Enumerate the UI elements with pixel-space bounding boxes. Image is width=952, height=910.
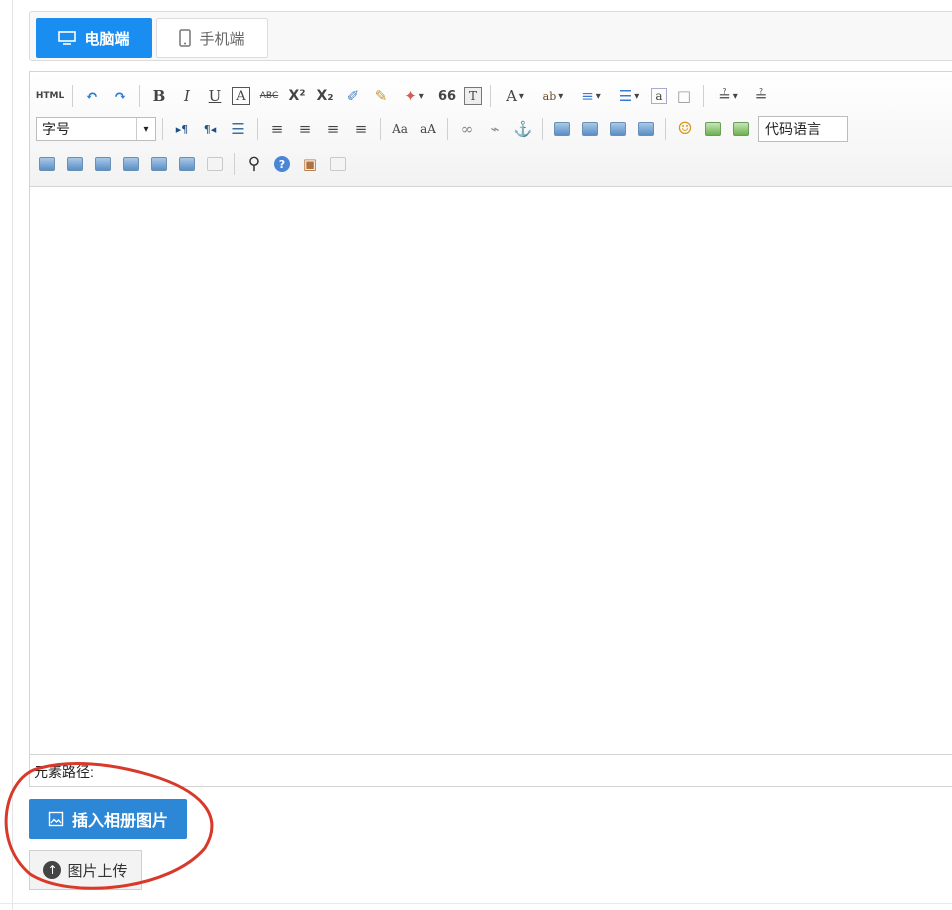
toolbar-separator: [72, 85, 73, 107]
toolbar-separator: [703, 85, 704, 107]
uppercase-button[interactable]: Aa: [389, 118, 411, 140]
search-replace-icon[interactable]: ⚲: [243, 153, 265, 175]
image-left-icon[interactable]: [579, 118, 601, 140]
tab-mobile[interactable]: 手机端: [156, 18, 268, 58]
font-border-button[interactable]: A: [232, 87, 250, 105]
superscript-button[interactable]: X²: [286, 85, 308, 107]
align-left-button[interactable]: ≡: [266, 118, 288, 140]
chevron-down-icon: ▾: [136, 118, 155, 140]
toolbar-separator: [665, 118, 666, 140]
upload-image-button[interactable]: ↑ 图片上传: [29, 850, 142, 890]
merge-right-icon[interactable]: [148, 153, 170, 175]
toolbar-separator: [139, 85, 140, 107]
code-language-select[interactable]: 代码语言: [758, 116, 848, 142]
code-language-label: 代码语言: [765, 121, 821, 137]
paste-icon[interactable]: ▣: [299, 153, 321, 175]
italic-button[interactable]: I: [176, 85, 198, 107]
font-size-select[interactable]: 字号 ▾: [36, 117, 156, 141]
insert-table-icon[interactable]: [36, 153, 58, 175]
mobile-phone-icon: [179, 29, 192, 47]
toolbar-separator: [234, 153, 235, 175]
indent-button[interactable]: ☰: [227, 118, 249, 140]
insert-album-image-button[interactable]: 插入相册图片: [29, 799, 187, 839]
bottom-divider: [0, 903, 952, 904]
insert-image-icon[interactable]: [702, 118, 724, 140]
align-justify-button[interactable]: ≡: [350, 118, 372, 140]
monitor-icon: [58, 31, 77, 45]
left-border: [12, 0, 13, 910]
blockquote-button[interactable]: 66: [436, 85, 458, 107]
unordered-list-button[interactable]: ☰: [613, 85, 645, 107]
anchor-icon[interactable]: ⚓: [512, 118, 534, 140]
row-spacing-bottom-button[interactable]: ≟: [750, 85, 772, 107]
insert-row-icon[interactable]: [64, 153, 86, 175]
toolbar-separator: [447, 118, 448, 140]
toolbar-separator: [380, 118, 381, 140]
image-right-icon[interactable]: [607, 118, 629, 140]
unlink-icon[interactable]: ⌁: [484, 118, 506, 140]
link-icon[interactable]: ∞: [456, 118, 478, 140]
undo-button[interactable]: ↶: [81, 85, 103, 107]
lowercase-button[interactable]: aA: [417, 118, 439, 140]
toolbar-row-1: HTML ↶ ↷ B I U A ABC X² X₂ ✐ ✎ ✦ 66 T A …: [36, 82, 778, 110]
image-none-icon[interactable]: [551, 118, 573, 140]
select-all-icon[interactable]: a: [651, 88, 667, 104]
rtl-button[interactable]: ¶◂: [199, 118, 221, 140]
tab-mobile-label: 手机端: [199, 30, 245, 48]
magic-wand-icon[interactable]: ✦: [398, 85, 430, 107]
insert-col-icon[interactable]: [92, 153, 114, 175]
subscript-button[interactable]: X₂: [314, 85, 336, 107]
disabled-table-icon: [204, 153, 226, 175]
rich-text-editor: HTML ↶ ↷ B I U A ABC X² X₂ ✐ ✎ ✦ 66 T A …: [29, 71, 952, 787]
help-icon[interactable]: ?: [271, 153, 293, 175]
editor-content-area[interactable]: [30, 187, 952, 755]
bold-button[interactable]: B: [148, 85, 170, 107]
tab-desktop[interactable]: 电脑端: [36, 18, 152, 58]
toolbar-separator: [162, 118, 163, 140]
element-path-label: 元素路径:: [34, 764, 94, 780]
source-html-button[interactable]: HTML: [36, 85, 64, 107]
insert-album-image-label: 插入相册图片: [71, 813, 168, 830]
eraser-icon[interactable]: ✐: [342, 85, 364, 107]
merge-down-icon[interactable]: [176, 153, 198, 175]
help-glyph: ?: [274, 156, 290, 172]
align-center-button[interactable]: ≡: [294, 118, 316, 140]
toolbar-separator: [542, 118, 543, 140]
underline-button[interactable]: U: [204, 85, 226, 107]
element-path-bar: 元素路径:: [30, 754, 952, 786]
image-icon: [48, 811, 64, 827]
tab-desktop-label: 电脑端: [84, 30, 130, 48]
map-icon[interactable]: [730, 118, 752, 140]
toolbar-separator: [490, 85, 491, 107]
ordered-list-button[interactable]: ≡: [575, 85, 607, 107]
align-right-button[interactable]: ≡: [322, 118, 344, 140]
strikethrough-button[interactable]: ABC: [258, 85, 280, 107]
paste-plain-icon[interactable]: T: [464, 87, 482, 105]
ltr-button[interactable]: ▸¶: [171, 118, 193, 140]
highlight-color-button[interactable]: ab: [537, 85, 569, 107]
emotion-icon[interactable]: ☺: [674, 118, 696, 140]
toolbar-row-2: 字号 ▾ ▸¶ ¶◂ ☰ ≡ ≡ ≡ ≡ Aa aA ∞ ⌁ ⚓ ☺ 代码语言: [36, 115, 848, 143]
row-spacing-top-button[interactable]: ≟: [712, 85, 744, 107]
upload-icon: ↑: [43, 861, 62, 879]
merge-cells-icon[interactable]: [120, 153, 142, 175]
font-color-button[interactable]: A: [499, 85, 531, 107]
clear-doc-icon[interactable]: □: [673, 85, 695, 107]
toolbar-row-3: ⚲ ? ▣: [36, 150, 355, 178]
editor-toolbar: HTML ↶ ↷ B I U A ABC X² X₂ ✐ ✎ ✦ 66 T A …: [30, 72, 952, 187]
disabled-doc-icon: [327, 153, 349, 175]
toolbar-separator: [257, 118, 258, 140]
image-center-icon[interactable]: [635, 118, 657, 140]
format-brush-icon[interactable]: ✎: [370, 85, 392, 107]
font-size-label: 字号: [42, 121, 70, 137]
upload-image-label: 图片上传: [67, 862, 128, 880]
redo-button[interactable]: ↷: [109, 85, 131, 107]
device-tab-bar: 电脑端 手机端: [29, 11, 952, 61]
